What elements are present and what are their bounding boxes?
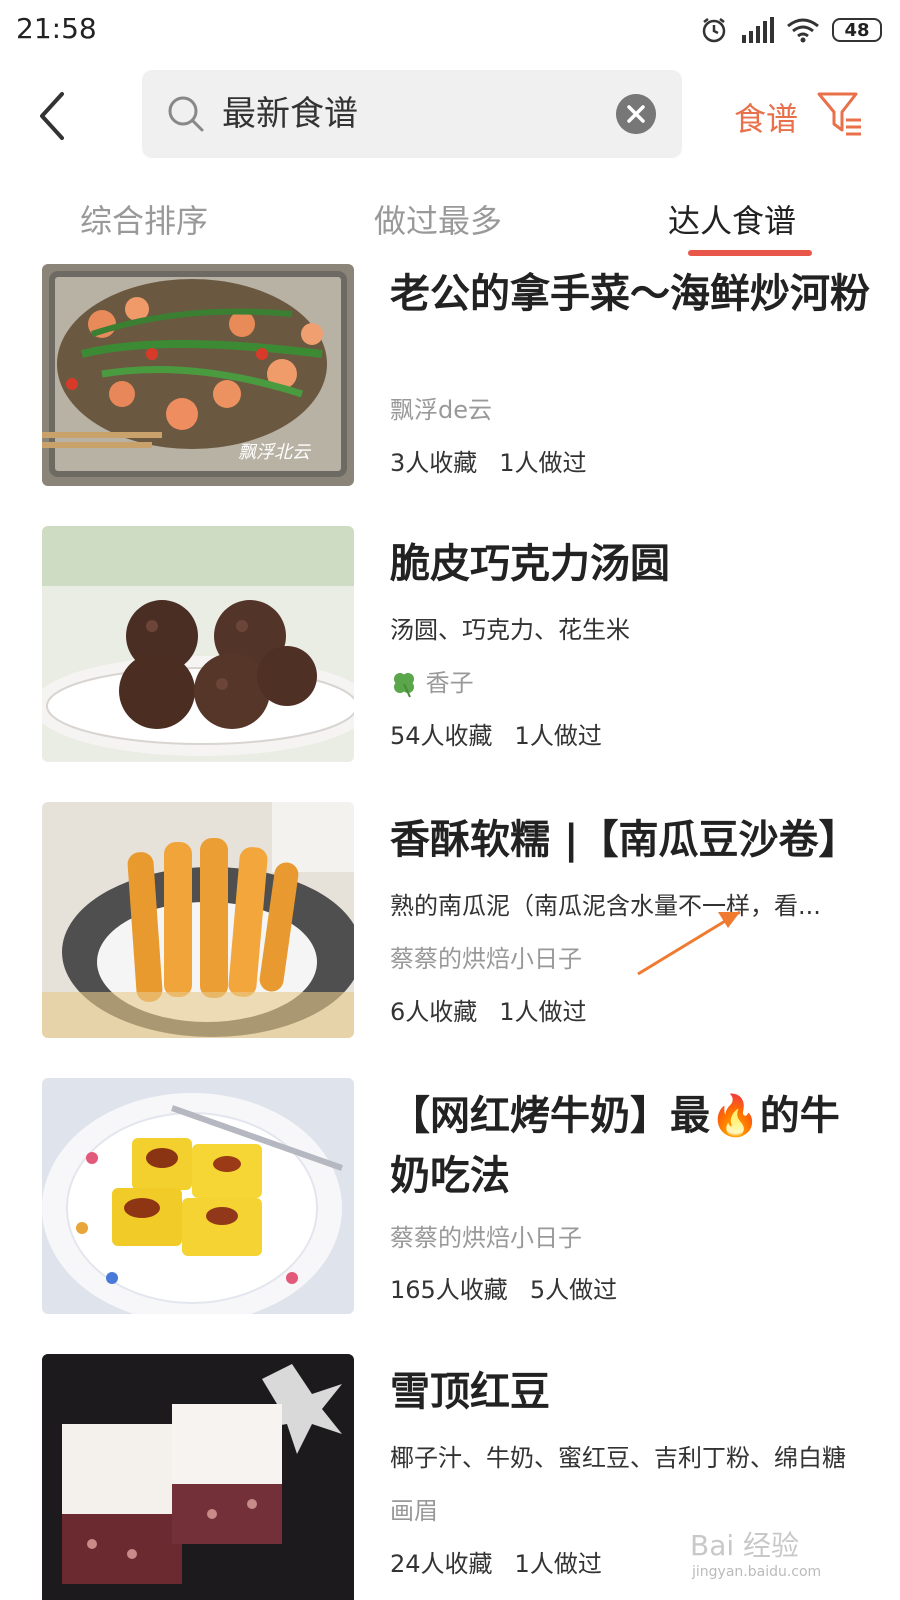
- alarm-icon: [702, 18, 726, 43]
- search-query: 最新食谱: [222, 94, 358, 134]
- recipe-ingredients: 椰子汁、牛奶、蜜红豆、吉利丁粉、绵白糖: [390, 1444, 846, 1472]
- signal-icon: [742, 17, 774, 43]
- recipe-author[interactable]: 蔡蔡的烘焙小日子: [390, 943, 582, 975]
- tab-expert-recipes[interactable]: 达人食谱: [668, 196, 796, 242]
- tab-most-made[interactable]: 做过最多: [374, 196, 502, 242]
- recipe-stats: 54人收藏 1人做过: [390, 720, 624, 752]
- recipe-author[interactable]: 蔡蔡的烘焙小日子: [390, 1222, 582, 1254]
- filter-category-label[interactable]: 食谱: [734, 94, 798, 140]
- recipe-author[interactable]: 飘浮de云: [390, 394, 492, 426]
- made-count: 1人做过: [514, 1550, 602, 1578]
- tab-comprehensive-sort[interactable]: 综合排序: [80, 196, 208, 242]
- back-icon[interactable]: [30, 88, 80, 144]
- active-tab-indicator: [688, 250, 812, 256]
- wifi-icon: [787, 18, 819, 43]
- search-icon: [168, 96, 204, 132]
- recipe-image[interactable]: [42, 1354, 354, 1600]
- status-bar: 21:58 48: [0, 0, 900, 60]
- recipe-title[interactable]: 老公的拿手菜～海鲜炒河粉: [390, 264, 870, 324]
- recipe-title[interactable]: 脆皮巧克力汤圆: [390, 534, 870, 594]
- saves-count: 54人收藏: [390, 722, 493, 750]
- status-time: 21:58: [16, 12, 97, 45]
- battery-indicator: 48: [832, 18, 882, 42]
- recipe-title[interactable]: 【网红烤牛奶】最🔥的牛奶吃法: [390, 1086, 870, 1206]
- recipe-ingredients: 熟的南瓜泥（南瓜泥含水量不一样，看...: [390, 892, 821, 920]
- made-count: 1人做过: [514, 722, 602, 750]
- recipe-stats: 3人收藏 1人做过: [390, 447, 609, 479]
- filter-icon[interactable]: [816, 90, 864, 138]
- saves-count: 3人收藏: [390, 449, 478, 477]
- made-count: 1人做过: [499, 449, 587, 477]
- recipe-stats: 6人收藏 1人做过: [390, 996, 609, 1028]
- recipe-title[interactable]: 香酥软糯 |【南瓜豆沙卷】: [390, 810, 870, 870]
- recipe-image[interactable]: 飘浮北云: [42, 264, 354, 486]
- baidu-watermark: Bai 经验: [690, 1529, 800, 1562]
- baidu-watermark-url: jingyan.baidu.com: [692, 1564, 822, 1580]
- author-name: 香子: [425, 669, 474, 697]
- recipe-ingredients: 汤圆、巧克力、花生米: [390, 616, 630, 644]
- made-count: 1人做过: [499, 998, 587, 1026]
- image-caption: 飘浮北云: [238, 442, 310, 463]
- saves-count: 24人收藏: [390, 1550, 493, 1578]
- search-input[interactable]: 最新食谱: [142, 70, 682, 158]
- recipe-stats: 165人收藏 5人做过: [390, 1274, 639, 1306]
- clear-icon[interactable]: [616, 94, 656, 134]
- clover-icon: [394, 673, 414, 698]
- recipe-title[interactable]: 雪顶红豆: [390, 1362, 870, 1422]
- recipe-stats: 24人收藏 1人做过: [390, 1548, 624, 1580]
- status-icons: 48: [700, 14, 882, 46]
- made-count: 5人做过: [529, 1276, 618, 1304]
- recipe-image[interactable]: [42, 526, 354, 762]
- recipe-author[interactable]: 画眉: [390, 1495, 438, 1527]
- recipe-image[interactable]: [42, 802, 354, 1038]
- recipe-author[interactable]: 香子: [390, 667, 474, 699]
- saves-count: 6人收藏: [390, 998, 478, 1026]
- recipe-image[interactable]: [42, 1078, 354, 1314]
- saves-count: 165人收藏: [390, 1276, 508, 1304]
